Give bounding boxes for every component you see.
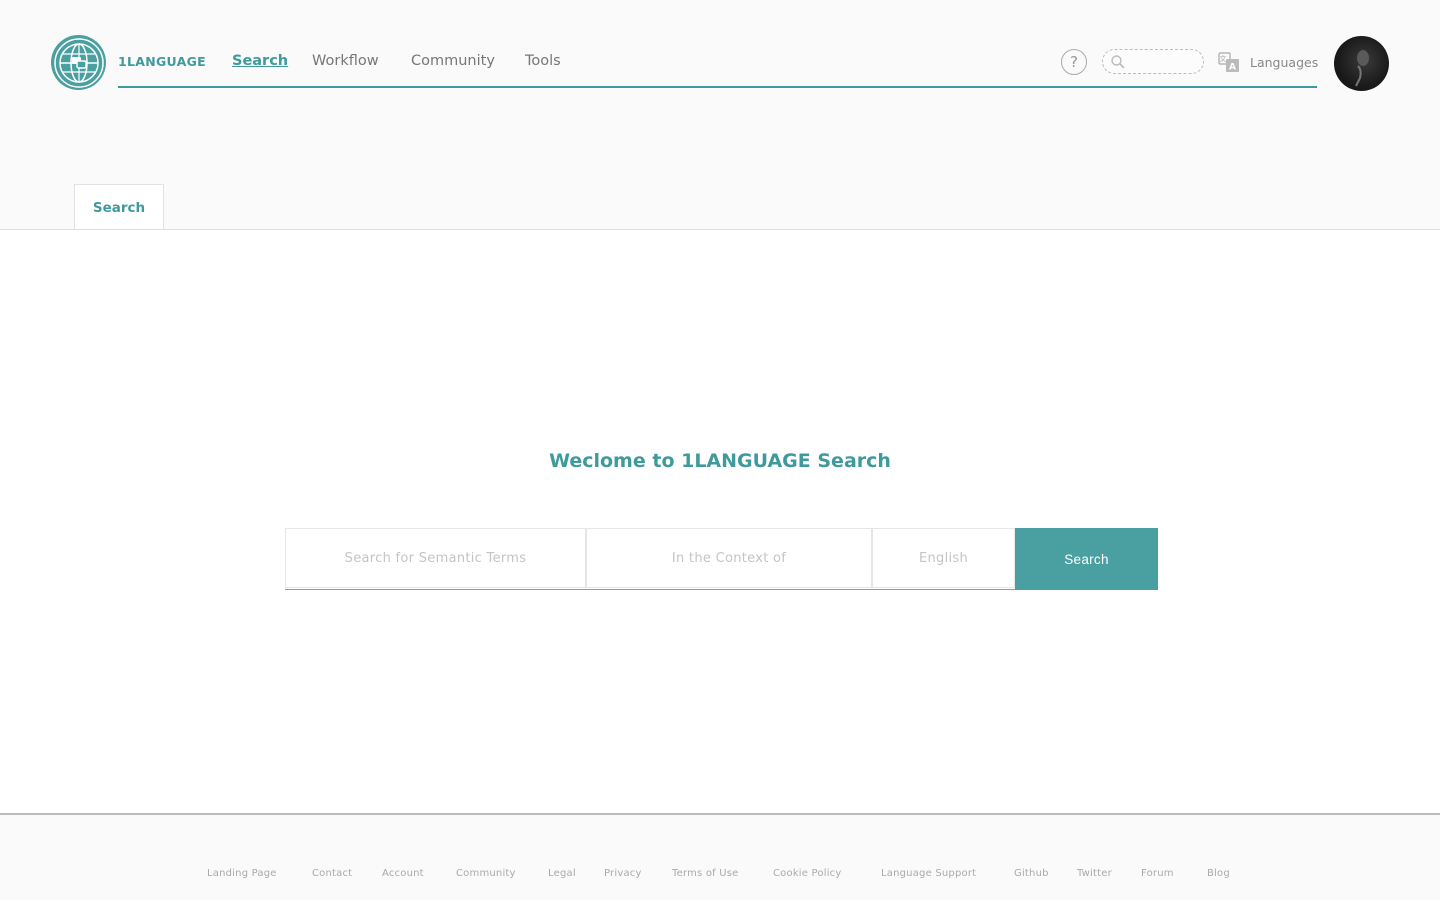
search-icon xyxy=(1111,55,1125,69)
search-form: English Search xyxy=(285,528,1158,590)
header-search-field[interactable] xyxy=(1102,49,1204,74)
user-avatar[interactable] xyxy=(1334,36,1389,91)
footer-link-blog[interactable]: Blog xyxy=(1207,868,1230,879)
footer-link-cookie-policy[interactable]: Cookie Policy xyxy=(773,868,841,879)
header-search-input[interactable] xyxy=(1127,53,1199,71)
context-input[interactable] xyxy=(587,529,871,587)
footer-link-legal[interactable]: Legal xyxy=(548,868,576,879)
footer-link-contact[interactable]: Contact xyxy=(312,868,352,879)
language-select[interactable]: English xyxy=(872,528,1015,588)
header-divider xyxy=(118,86,1317,88)
context-field[interactable] xyxy=(586,528,872,588)
translate-icon[interactable]: A 文 xyxy=(1218,51,1240,73)
term-field[interactable] xyxy=(285,528,586,588)
nav-search[interactable]: Search xyxy=(232,53,288,69)
footer-link-community[interactable]: Community xyxy=(456,868,516,879)
help-icon[interactable]: ? xyxy=(1061,49,1087,75)
languages-menu[interactable]: Languages xyxy=(1250,55,1318,70)
tab-search[interactable]: Search xyxy=(74,184,164,230)
svg-text:A: A xyxy=(1229,63,1236,73)
nav-community[interactable]: Community xyxy=(411,53,495,69)
footer-link-privacy[interactable]: Privacy xyxy=(604,868,642,879)
welcome-heading: Weclome to 1LANGUAGE Search xyxy=(549,450,891,472)
search-button[interactable]: Search xyxy=(1015,528,1158,590)
footer-link-landing-page[interactable]: Landing Page xyxy=(207,868,277,879)
footer-link-language-support[interactable]: Language Support xyxy=(881,868,976,879)
brand-name[interactable]: 1LANGUAGE xyxy=(118,54,206,69)
footer-link-twitter[interactable]: Twitter xyxy=(1077,868,1112,879)
term-input[interactable] xyxy=(286,529,585,587)
nav-workflow[interactable]: Workflow xyxy=(312,53,379,69)
footer-link-account[interactable]: Account xyxy=(382,868,424,879)
svg-text:文: 文 xyxy=(1220,54,1227,63)
footer-link-forum[interactable]: Forum xyxy=(1141,868,1174,879)
site-header: 1LANGUAGE Search Workflow Community Tool… xyxy=(0,0,1440,120)
nav-tools[interactable]: Tools xyxy=(525,53,561,69)
site-footer: Landing Page Contact Account Community L… xyxy=(0,817,1440,900)
footer-link-terms[interactable]: Terms of Use xyxy=(672,868,739,879)
footer-link-github[interactable]: Github xyxy=(1014,868,1049,879)
main-content: Weclome to 1LANGUAGE Search English Sear… xyxy=(0,230,1440,815)
globe-logo-icon[interactable] xyxy=(51,35,106,90)
